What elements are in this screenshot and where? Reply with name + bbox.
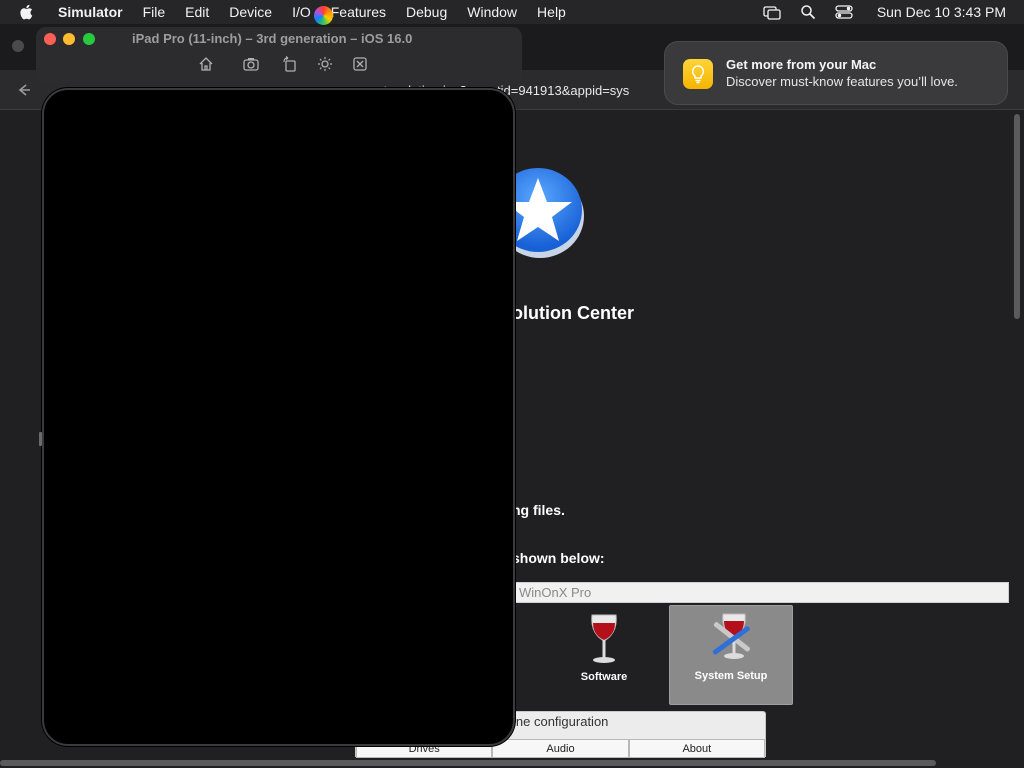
tab-audio[interactable]: Audio [492,739,629,758]
page-heading: olution Center [512,303,634,323]
system-setup-button[interactable]: System Setup [669,605,793,705]
home-icon[interactable] [197,55,215,73]
notification-title: Get more from your Mac [726,57,877,72]
menu-window[interactable]: Window [457,0,527,24]
menu-file[interactable]: File [133,0,176,24]
instruction-line: ng files. [512,502,565,518]
close-app-icon[interactable] [351,55,369,73]
app-launcher-panel: Software System Setup [512,603,812,707]
wine-glass-icon [591,614,617,663]
appearance-icon[interactable] [316,55,334,73]
rotate-icon[interactable] [281,55,299,73]
system-setup-label: System Setup [694,670,768,682]
menu-edit[interactable]: Edit [175,0,219,24]
spotlight-search-icon[interactable] [799,3,817,21]
back-arrow-icon[interactable] [14,80,34,100]
color-picker-cursor-icon [314,6,333,25]
minimize-window-button[interactable] [63,33,75,45]
instruction-line: shown below: [512,550,605,566]
software-button[interactable]: Software [542,605,666,705]
vertical-scrollbar[interactable] [1014,114,1020,319]
macos-menu-bar: Simulator File Edit Device I/O Features … [0,0,1024,24]
screen-mirroring-icon[interactable] [763,3,781,21]
tab-about[interactable]: About [628,739,765,758]
menu-bar-clock[interactable]: Sun Dec 10 3:43 PM [877,4,1006,20]
notification-body: Discover must-know features you’ll love. [726,74,958,89]
configuration-title: ine configuration [513,714,609,729]
menu-app-simulator[interactable]: Simulator [48,0,133,24]
screenshot-icon[interactable] [242,55,260,73]
menu-bar-status-area: Sun Dec 10 3:43 PM [763,0,1006,24]
horizontal-scrollbar[interactable] [0,760,936,766]
notification-banner[interactable]: Get more from your Mac Discover must-kno… [664,41,1008,105]
menu-debug[interactable]: Debug [396,0,457,24]
lightbulb-icon [683,59,713,89]
software-label: Software [580,671,628,683]
simulator-window-title: iPad Pro (11-inch) – 3rd generation – iO… [132,31,413,46]
zoom-window-button[interactable] [83,33,95,45]
ipad-simulator-screen[interactable] [39,88,515,746]
menu-help[interactable]: Help [527,0,576,24]
apple-logo-icon[interactable] [16,1,38,23]
window-control-dot[interactable] [12,40,24,52]
wine-tools-icon [712,613,750,659]
app-window-title: WinOnX Pro [512,582,1009,603]
device-side-button[interactable] [39,432,42,446]
menu-device[interactable]: Device [219,0,282,24]
control-center-icon[interactable] [835,3,853,21]
simulator-title-bar: iPad Pro (11-inch) – 3rd generation – iO… [36,27,522,83]
close-window-button[interactable] [44,33,56,45]
